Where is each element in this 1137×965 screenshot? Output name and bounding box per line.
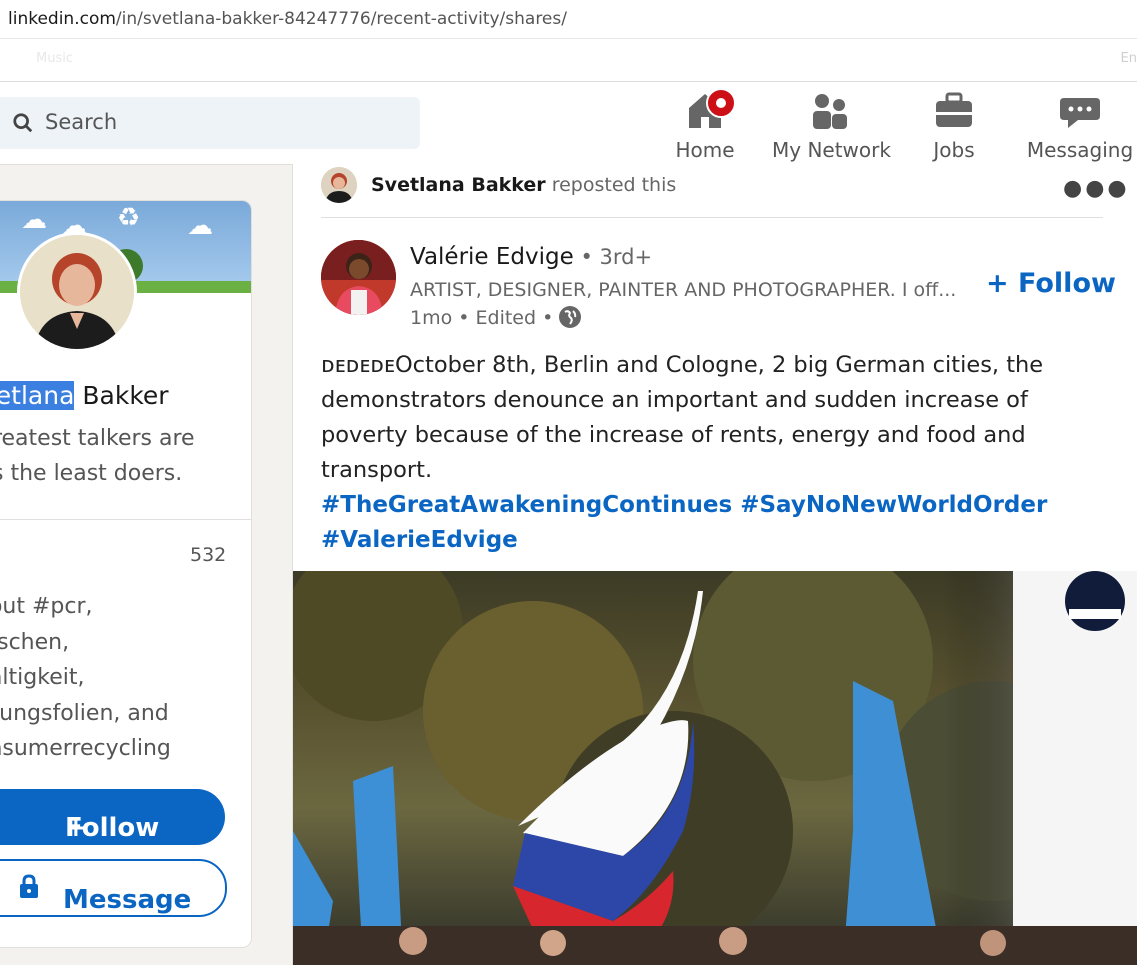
plus-icon: + <box>986 268 1019 299</box>
topics-text: bout #pcr, taschen, haltigkeit, ckungsfo… <box>0 594 171 761</box>
author-title: ARTIST, DESIGNER, PAINTER AND PHOTOGRAPH… <box>410 279 957 301</box>
recycle-icon: ♻ <box>117 203 141 233</box>
followers-count: 532 <box>190 544 227 566</box>
globe-icon <box>559 306 582 328</box>
profile-message-button[interactable]: Message <box>0 859 227 917</box>
more-options-icon[interactable]: ●●● <box>1063 176 1130 201</box>
search-icon <box>13 113 33 133</box>
briefcase-icon <box>924 88 984 132</box>
nav-jobs-label: Jobs <box>933 138 975 162</box>
bookmarks-bar: Music En <box>0 39 1137 82</box>
nav-messaging[interactable]: Messaging <box>1026 88 1134 164</box>
bookmark-overflow[interactable]: En <box>1121 51 1137 66</box>
lock-icon <box>20 874 38 898</box>
profile-avatar[interactable] <box>17 232 137 352</box>
reposter-name[interactable]: Svetlana Bakker <box>371 174 546 196</box>
author-follow-button[interactable]: + Follow <box>986 268 1116 299</box>
nav-messaging-label: Messaging <box>1026 138 1134 162</box>
search-input[interactable]: Search <box>0 97 420 149</box>
author-name[interactable]: Valérie Edvige • 3rd+ <box>410 244 652 270</box>
home-icon <box>672 88 738 132</box>
reposter-avatar[interactable] <box>321 167 357 203</box>
nav-home-label: Home <box>675 138 735 162</box>
chat-icon <box>1026 88 1134 132</box>
address-bar[interactable]: linkedin.com/in/svetlana-bakker-84247776… <box>0 0 1137 39</box>
nav-my-network[interactable]: My Network <box>772 88 891 164</box>
post-divider <box>321 217 1103 218</box>
search-placeholder: Search <box>45 110 118 134</box>
profile-follow-button[interactable]: + Follow <box>0 789 225 845</box>
notification-badge <box>706 88 736 118</box>
post-text: ᴅᴇᴅᴇᴅᴇOctober 8th, Berlin and Cologne, 2… <box>321 352 1044 483</box>
post-hashtags[interactable]: #TheGreatAwakeningContinues #SayNoNewWor… <box>321 488 1111 558</box>
bookmark-music[interactable]: Music <box>36 51 73 66</box>
nav-home[interactable]: Home <box>672 88 738 164</box>
people-icon <box>772 88 888 132</box>
post-video[interactable] <box>293 571 1137 965</box>
feed-post: Svetlana Bakker reposted this ●●● Valéri… <box>292 164 1137 965</box>
nav-my-network-label: My Network <box>772 138 891 162</box>
url-text[interactable]: linkedin.com/in/svetlana-bakker-84247776… <box>8 9 567 29</box>
profile-name[interactable]: vetlana Bakker <box>0 381 169 410</box>
post-meta: 1mo • Edited • <box>410 306 582 329</box>
nav-jobs[interactable]: Jobs <box>924 88 984 164</box>
profile-headline: greatest talkers are ys the least doers. <box>0 426 195 486</box>
card-divider <box>0 519 251 520</box>
profile-card: ☁ ☁ ♻ ☁ vetlana Bakker greatest talkers … <box>0 200 252 948</box>
top-nav: Search Home My Network Jobs Messaging <box>0 82 1137 165</box>
connection-degree: • 3rd+ <box>573 245 653 269</box>
repost-header: Svetlana Bakker reposted this <box>371 174 677 196</box>
author-avatar[interactable] <box>321 240 396 315</box>
